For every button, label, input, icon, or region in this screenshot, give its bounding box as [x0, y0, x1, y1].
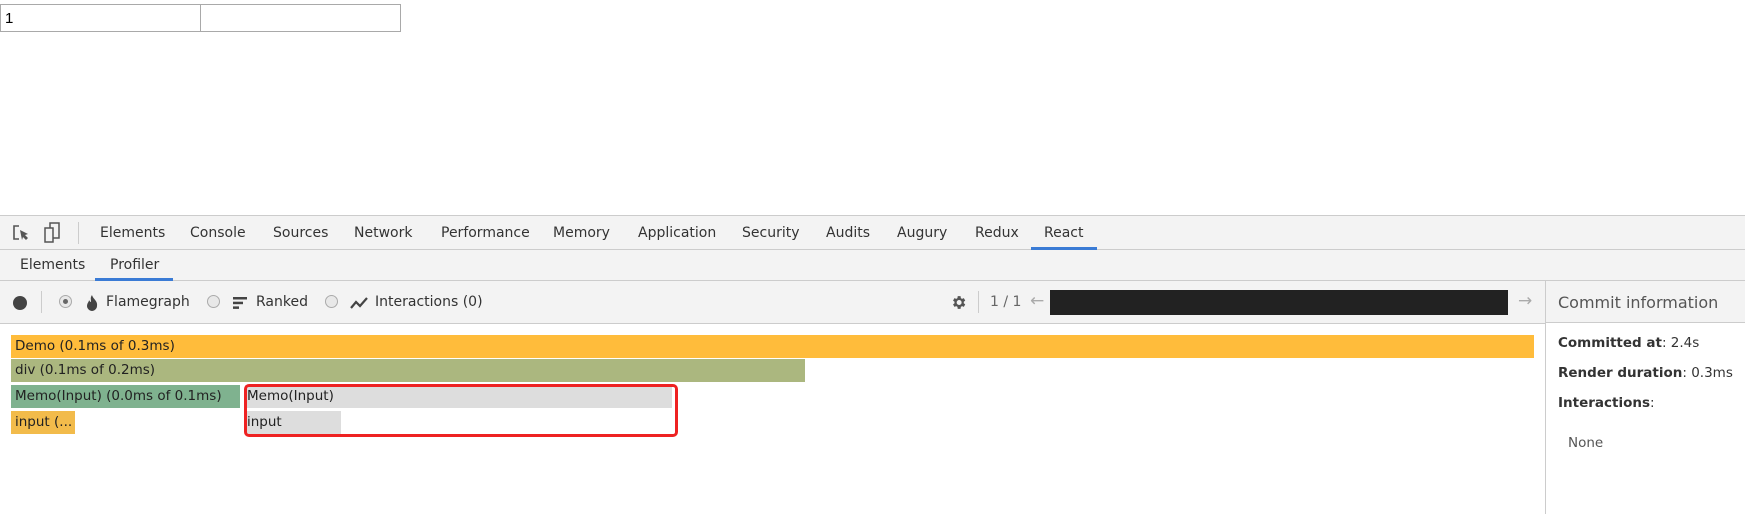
tab-console[interactable]: Console	[190, 225, 246, 241]
record-button[interactable]	[13, 296, 27, 310]
committed-at: Committed at: 2.4s	[1558, 335, 1699, 351]
subtab-profiler[interactable]: Profiler	[110, 257, 159, 273]
ranked-label[interactable]: Ranked	[256, 294, 308, 310]
flamegraph-node-input[interactable]: input (...	[11, 411, 75, 434]
interactions-label[interactable]: Interactions (0)	[375, 294, 483, 310]
flamegraph-label[interactable]: Flamegraph	[106, 294, 190, 310]
ranked-icon	[233, 297, 247, 309]
commit-info-title: Commit information	[1558, 293, 1719, 312]
commit-information-panel: Commit information Committed at: 2.4s Re…	[1545, 281, 1745, 514]
tab-sources[interactable]: Sources	[273, 225, 328, 241]
interactions-colon: :	[1650, 395, 1655, 411]
interactions-value: None	[1568, 435, 1604, 451]
flamegraph-node-demo[interactable]: Demo (0.1ms of 0.3ms)	[11, 335, 1534, 358]
divider	[978, 291, 979, 313]
text-input-2[interactable]	[200, 4, 401, 32]
profiler-toolbar: Flamegraph Ranked Interactions (0) 1 / 1…	[0, 281, 1545, 324]
commit-bar-chart[interactable]	[1050, 290, 1508, 315]
commit-counter: 1 / 1	[990, 294, 1022, 310]
tab-redux[interactable]: Redux	[975, 225, 1019, 241]
tab-elements[interactable]: Elements	[100, 225, 165, 241]
interactions-label: Interactions	[1558, 395, 1651, 411]
interactions-radio[interactable]	[325, 295, 338, 308]
divider	[78, 222, 79, 244]
render-duration: Render duration: 0.3ms	[1558, 365, 1733, 381]
subtab-elements[interactable]: Elements	[20, 257, 85, 273]
flamegraph-node-memo-input[interactable]: Memo(Input) (0.0ms of 0.1ms)	[11, 385, 240, 408]
committed-at-label: Committed at	[1558, 335, 1662, 351]
tab-application[interactable]: Application	[638, 225, 716, 241]
inspect-element-icon[interactable]	[12, 224, 30, 242]
next-commit-arrow-icon[interactable]: →	[1518, 291, 1532, 311]
previous-commit-arrow-icon[interactable]: ←	[1030, 291, 1044, 311]
flamegraph-radio[interactable]	[59, 295, 72, 308]
divider	[41, 291, 42, 313]
flamegraph-node-div[interactable]: div (0.1ms of 0.2ms)	[11, 359, 805, 382]
tab-performance[interactable]: Performance	[441, 225, 530, 241]
tab-audits[interactable]: Audits	[826, 225, 870, 241]
devtools-tab-bar: Elements Console Sources Network Perform…	[0, 216, 1745, 250]
device-toolbar-icon[interactable]	[44, 222, 60, 244]
tab-augury[interactable]: Augury	[897, 225, 947, 241]
highlight-box	[244, 384, 678, 437]
tab-memory[interactable]: Memory	[553, 225, 610, 241]
gear-icon[interactable]	[950, 294, 967, 311]
tab-security[interactable]: Security	[742, 225, 800, 241]
render-duration-value: : 0.3ms	[1682, 365, 1733, 381]
ranked-radio[interactable]	[207, 295, 220, 308]
interactions: Interactions:	[1558, 395, 1655, 411]
interactions-icon	[350, 297, 368, 309]
text-input-1[interactable]	[0, 4, 201, 32]
devtools-panel: Elements Console Sources Network Perform…	[0, 215, 1745, 514]
render-duration-label: Render duration	[1558, 365, 1683, 381]
tab-react[interactable]: React	[1044, 225, 1083, 241]
react-subtab-bar: Elements Profiler	[0, 250, 1745, 281]
committed-at-value: : 2.4s	[1661, 335, 1700, 351]
flame-icon	[87, 295, 98, 311]
tab-network[interactable]: Network	[354, 225, 412, 241]
